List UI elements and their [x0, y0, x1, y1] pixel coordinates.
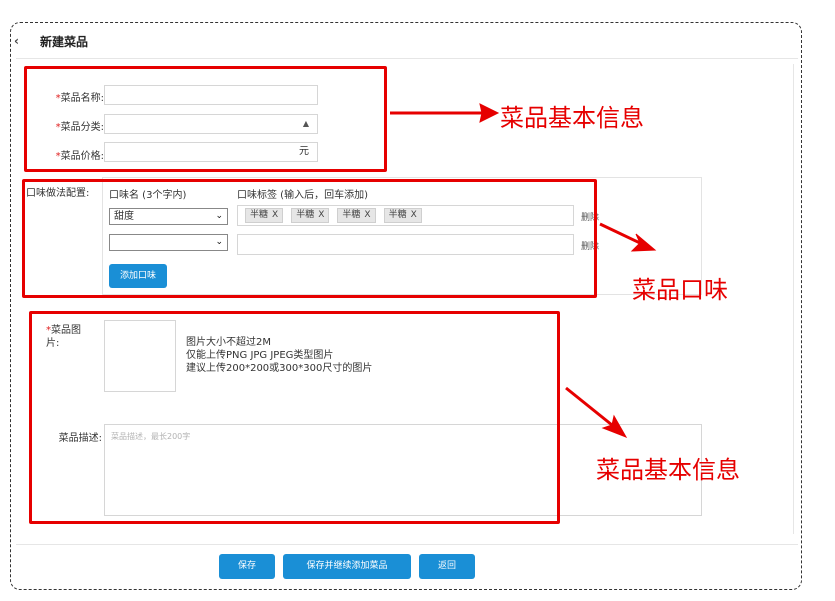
annotation-image-desc-text: 菜品基本信息	[596, 456, 740, 484]
arrowhead-flavor	[630, 233, 657, 252]
arrow-flavor	[599, 222, 641, 245]
annotation-basic-info-text: 菜品基本信息	[500, 104, 644, 132]
arrowhead-basic-info	[479, 103, 500, 123]
arrow-image-desc	[565, 386, 613, 427]
page: ‹ 新建菜品 *菜品名称: *菜品分类: ▲ *菜品价格: 元 口味做法配置: …	[0, 0, 835, 601]
annotation-flavor-text: 菜品口味	[632, 276, 728, 304]
